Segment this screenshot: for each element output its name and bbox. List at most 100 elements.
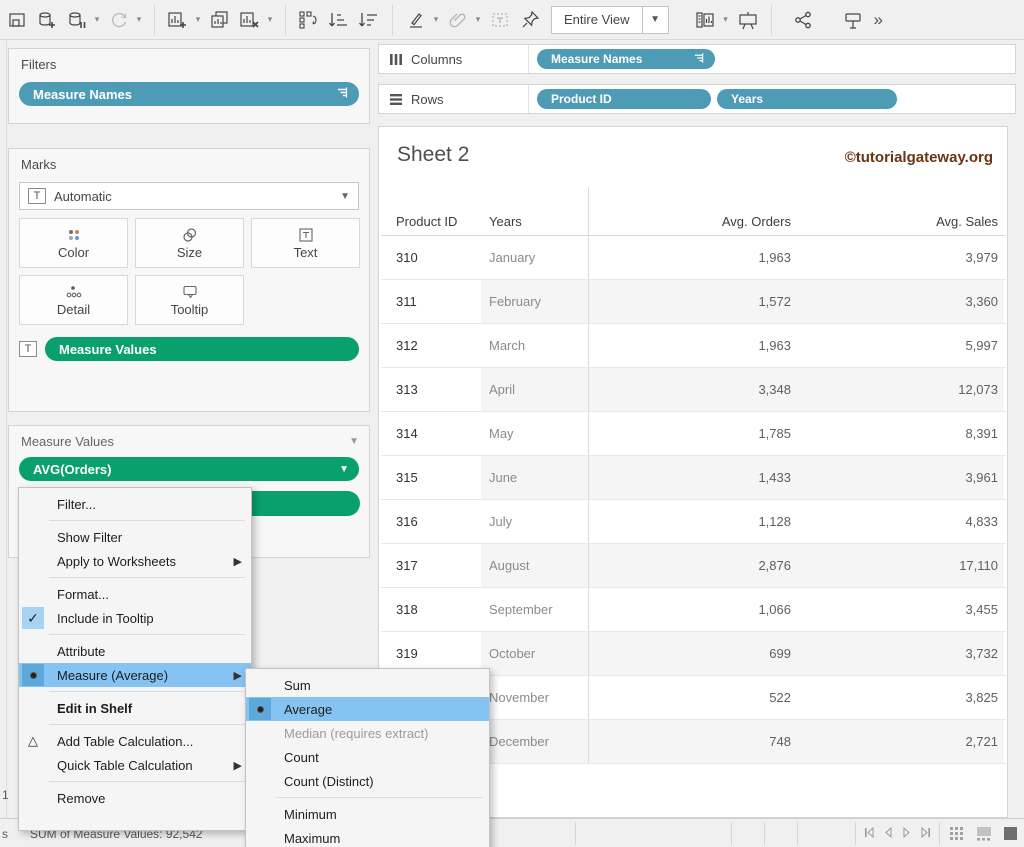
fit-selector[interactable]: Entire View ▼ xyxy=(551,6,669,34)
column-header-avg-sales[interactable]: Avg. Sales xyxy=(801,214,1004,235)
refresh-caret[interactable]: ▾ xyxy=(134,14,144,25)
refresh-icon[interactable] xyxy=(106,5,132,35)
highlight-icon[interactable] xyxy=(403,5,429,35)
save-icon[interactable] xyxy=(4,5,30,35)
next-page-icon[interactable] xyxy=(901,827,912,841)
pause-updates-icon[interactable] xyxy=(64,5,90,35)
cell-product-id[interactable]: 310 xyxy=(381,236,481,279)
rows-pill-years[interactable]: Years xyxy=(717,89,897,109)
sort-ascending-icon[interactable] xyxy=(326,5,352,35)
menu-item-include-in-tooltip[interactable]: ✓ Include in Tooltip xyxy=(19,606,251,630)
cell-avg-orders[interactable]: 699 xyxy=(589,632,801,675)
pill-caret-icon[interactable]: ▼ xyxy=(339,464,349,475)
cell-product-id[interactable]: 313 xyxy=(381,368,481,411)
share-icon[interactable] xyxy=(790,5,816,35)
cell-product-id[interactable]: 312 xyxy=(381,324,481,367)
cell-avg-sales[interactable]: 12,073 xyxy=(801,368,1004,411)
menu-item-quick-table-calculation[interactable]: Quick Table Calculation▶ xyxy=(19,753,251,777)
new-worksheet-icon[interactable] xyxy=(165,5,191,35)
group-members-icon[interactable] xyxy=(445,5,471,35)
cell-product-id[interactable]: 318 xyxy=(381,588,481,631)
cell-avg-sales[interactable]: 3,360 xyxy=(801,280,1004,323)
cell-avg-orders[interactable]: 1,433 xyxy=(589,456,801,499)
cell-product-id[interactable]: 314 xyxy=(381,412,481,455)
menu-item-format[interactable]: Format... xyxy=(19,582,251,606)
pill-avg-orders[interactable]: AVG(Orders) ▼ xyxy=(19,457,359,481)
color-button[interactable]: Color xyxy=(19,218,128,268)
submenu-item-sum[interactable]: Sum xyxy=(246,673,489,697)
rows-pill-product-id[interactable]: Product ID xyxy=(537,89,711,109)
show-mark-labels-icon[interactable] xyxy=(487,5,513,35)
menu-item-show-filter[interactable]: Show Filter xyxy=(19,525,251,549)
cell-years[interactable]: April xyxy=(481,368,589,411)
cell-years[interactable]: August xyxy=(481,544,589,587)
cell-years[interactable]: November xyxy=(481,676,589,719)
cell-avg-orders[interactable]: 3,348 xyxy=(589,368,801,411)
full-sheet-view-icon[interactable] xyxy=(1002,825,1019,842)
cell-avg-sales[interactable]: 3,455 xyxy=(801,588,1004,631)
show-me-cards-icon[interactable] xyxy=(693,5,719,35)
cell-years[interactable]: July xyxy=(481,500,589,543)
filmstrip-view-icon[interactable] xyxy=(975,825,992,842)
show-me-cards-caret[interactable]: ▾ xyxy=(721,14,731,25)
cell-years[interactable]: December xyxy=(481,720,589,763)
menu-item-attribute[interactable]: Attribute xyxy=(19,639,251,663)
menu-item-edit-in-shelf[interactable]: Edit in Shelf xyxy=(19,696,251,720)
cell-avg-sales[interactable]: 8,391 xyxy=(801,412,1004,455)
mark-type-caret[interactable]: ▼ xyxy=(340,191,350,202)
last-page-icon[interactable] xyxy=(920,827,931,841)
cell-avg-orders[interactable]: 1,785 xyxy=(589,412,801,455)
show-hide-cards-icon[interactable] xyxy=(840,5,866,35)
columns-pill-measure-names[interactable]: Measure Names xyxy=(537,49,715,69)
sort-descending-icon[interactable] xyxy=(356,5,382,35)
group-members-caret[interactable]: ▾ xyxy=(473,14,483,25)
cell-avg-sales[interactable]: 3,979 xyxy=(801,236,1004,279)
cell-avg-orders[interactable]: 1,963 xyxy=(589,324,801,367)
marks-pill-measure-values[interactable]: Measure Values xyxy=(45,337,359,361)
clear-sheet-caret[interactable]: ▾ xyxy=(265,14,275,25)
column-header-years[interactable]: Years xyxy=(481,187,589,235)
tooltip-button[interactable]: Tooltip xyxy=(135,275,244,325)
menu-item-apply-to-worksheets[interactable]: Apply to Worksheets▶ xyxy=(19,549,251,573)
text-button[interactable]: Text xyxy=(251,218,360,268)
cell-avg-sales[interactable]: 4,833 xyxy=(801,500,1004,543)
cell-avg-sales[interactable]: 2,721 xyxy=(801,720,1004,763)
new-worksheet-caret[interactable]: ▾ xyxy=(193,14,203,25)
cell-product-id[interactable]: 317 xyxy=(381,544,481,587)
cell-avg-orders[interactable]: 1,066 xyxy=(589,588,801,631)
menu-item-filter[interactable]: Filter... xyxy=(19,492,251,516)
mark-type-dropdown[interactable]: T Automatic ▼ xyxy=(19,182,359,210)
cell-years[interactable]: September xyxy=(481,588,589,631)
cell-years[interactable]: October xyxy=(481,632,589,675)
cell-product-id[interactable]: 315 xyxy=(381,456,481,499)
submenu-item-average[interactable]: Average xyxy=(246,697,489,721)
submenu-item-count[interactable]: Count xyxy=(246,745,489,769)
cell-avg-orders[interactable]: 522 xyxy=(589,676,801,719)
submenu-item-maximum[interactable]: Maximum xyxy=(246,826,489,847)
submenu-item-minimum[interactable]: Minimum xyxy=(246,802,489,826)
cell-avg-sales[interactable]: 17,110 xyxy=(801,544,1004,587)
cell-avg-sales[interactable]: 3,825 xyxy=(801,676,1004,719)
presentation-mode-icon[interactable] xyxy=(735,5,761,35)
cell-years[interactable]: March xyxy=(481,324,589,367)
cell-avg-orders[interactable]: 1,963 xyxy=(589,236,801,279)
column-header-product-id[interactable]: Product ID xyxy=(381,214,481,235)
cell-years[interactable]: January xyxy=(481,236,589,279)
toolbar-overflow-icon[interactable]: » xyxy=(874,10,883,30)
cell-avg-orders[interactable]: 1,572 xyxy=(589,280,801,323)
cell-product-id[interactable]: 311 xyxy=(381,280,481,323)
menu-item-add-table-calculation[interactable]: △ Add Table Calculation... xyxy=(19,729,251,753)
column-header-avg-orders[interactable]: Avg. Orders xyxy=(589,214,801,235)
cell-avg-orders[interactable]: 748 xyxy=(589,720,801,763)
cell-years[interactable]: May xyxy=(481,412,589,455)
measure-values-caret[interactable]: ▼ xyxy=(349,436,359,447)
menu-item-remove[interactable]: Remove xyxy=(19,786,251,810)
menu-item-measure-average[interactable]: Measure (Average) ▶ xyxy=(19,663,251,687)
cell-avg-orders[interactable]: 1,128 xyxy=(589,500,801,543)
swap-rows-columns-icon[interactable] xyxy=(296,5,322,35)
size-button[interactable]: Size xyxy=(135,218,244,268)
fix-axes-pin-icon[interactable] xyxy=(517,5,543,35)
filters-pill-measure-names[interactable]: Measure Names xyxy=(19,82,359,106)
duplicate-sheet-icon[interactable] xyxy=(207,5,233,35)
cell-product-id[interactable]: 316 xyxy=(381,500,481,543)
